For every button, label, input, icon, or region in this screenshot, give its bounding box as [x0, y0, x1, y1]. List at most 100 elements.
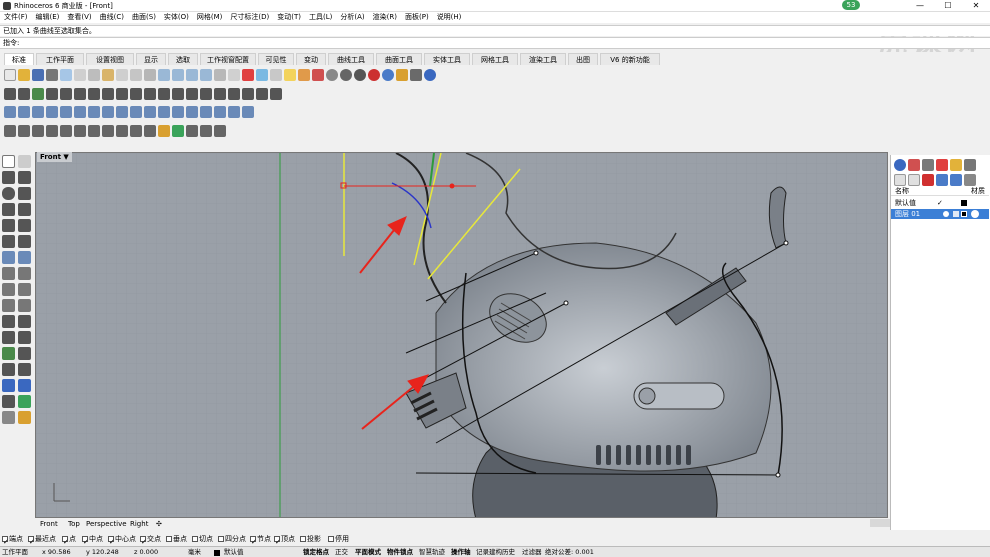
mirror-icon[interactable] [200, 125, 212, 137]
match-icon[interactable] [270, 88, 282, 100]
explode-tool-icon[interactable] [18, 331, 31, 344]
layer-color-swatch[interactable] [961, 200, 967, 206]
solid-tool-icon[interactable] [2, 267, 15, 280]
zoom-window-icon[interactable] [172, 69, 184, 81]
curve-icon[interactable] [18, 171, 31, 184]
lock-icon[interactable] [953, 211, 959, 217]
extrude-icon[interactable] [18, 106, 30, 118]
import-icon[interactable] [60, 69, 72, 81]
osnap-project[interactable]: 投影 [300, 534, 321, 545]
duplicate-edge-icon[interactable] [200, 88, 212, 100]
check-icon[interactable] [172, 125, 184, 137]
offset-icon[interactable] [18, 235, 31, 248]
arc-icon[interactable] [18, 187, 31, 200]
layer-filter-icon[interactable] [964, 174, 976, 186]
move-tool-icon[interactable] [2, 347, 15, 360]
dimension-icon[interactable] [158, 125, 170, 137]
tab-solid-tools[interactable]: 实体工具 [424, 53, 470, 65]
mesh-tool-icon[interactable] [18, 267, 31, 280]
text-icon[interactable] [18, 219, 31, 232]
lightbulb-icon[interactable] [943, 211, 949, 217]
render-icon[interactable] [368, 69, 380, 81]
tab-set-view[interactable]: 设置视图 [86, 53, 134, 65]
srf-tool-icon[interactable] [2, 251, 15, 264]
pan-icon[interactable] [116, 69, 128, 81]
osnap-near[interactable]: ✓最近点 [28, 534, 56, 546]
status-ortho[interactable]: 正交 [335, 547, 348, 557]
analyze-tool-icon[interactable] [2, 379, 15, 392]
tab-render-tools[interactable]: 渲染工具 [520, 53, 566, 65]
move-layer-up-icon[interactable] [936, 174, 948, 186]
revolve-icon[interactable] [74, 106, 86, 118]
transform-tool-icon[interactable] [18, 283, 31, 296]
undo-icon[interactable] [144, 69, 156, 81]
vp-tab-top[interactable]: Top [65, 518, 83, 530]
properties-icon[interactable] [312, 69, 324, 81]
tab-select[interactable]: 选取 [168, 53, 198, 65]
layer-row-01[interactable]: 图层 01 [891, 209, 989, 219]
osnap-center[interactable]: ✓中心点 [108, 534, 136, 546]
render-tab-icon[interactable] [922, 159, 934, 171]
status-osnap[interactable]: 物件锁点 [387, 547, 413, 557]
join-icon[interactable] [144, 88, 156, 100]
properties-tab-icon[interactable] [894, 159, 906, 171]
patch-icon[interactable] [102, 106, 114, 118]
sweep2-icon[interactable] [60, 106, 72, 118]
open-file-icon[interactable] [18, 69, 30, 81]
connect-icon[interactable] [74, 88, 86, 100]
points-on-icon[interactable] [242, 88, 254, 100]
light-icon[interactable] [284, 69, 296, 81]
menu-help[interactable]: 说明(H) [433, 12, 466, 23]
viewport-title[interactable]: Front ▼ [37, 152, 72, 162]
material-tab-icon[interactable] [936, 159, 948, 171]
minimize-button[interactable]: — [910, 0, 930, 12]
menu-transform[interactable]: 变动(T) [273, 12, 305, 23]
select-icon[interactable] [270, 69, 282, 81]
close-button[interactable]: ✕ [966, 0, 986, 12]
menu-surface[interactable]: 曲面(S) [128, 12, 160, 23]
fit-curve-icon[interactable] [214, 88, 226, 100]
extend-curve-icon[interactable] [60, 88, 72, 100]
group-icon[interactable] [18, 299, 31, 312]
loft-icon[interactable] [32, 106, 44, 118]
sweep1-icon[interactable] [46, 106, 58, 118]
explode-icon[interactable] [158, 88, 170, 100]
zoom-icon[interactable] [158, 69, 170, 81]
curvature-icon[interactable] [256, 88, 268, 100]
help-tab-icon[interactable] [964, 159, 976, 171]
menu-analyze[interactable]: 分析(A) [336, 12, 368, 23]
tab-cplanes[interactable]: 工作平面 [36, 53, 84, 65]
cone-icon[interactable] [46, 125, 58, 137]
menu-file[interactable]: 文件(F) [0, 12, 32, 23]
shaded-sphere-icon[interactable] [340, 69, 352, 81]
new-layer-icon[interactable] [894, 174, 906, 186]
offset-srf-icon[interactable] [144, 106, 156, 118]
polyline-icon[interactable] [2, 171, 15, 184]
paste-icon[interactable] [102, 69, 114, 81]
tab-transform[interactable]: 变动 [296, 53, 326, 65]
menu-view[interactable]: 查看(V) [63, 12, 95, 23]
maximize-button[interactable]: ☐ [938, 0, 958, 12]
osnap-knot[interactable]: ✓节点 [250, 534, 271, 546]
planar-icon[interactable] [116, 106, 128, 118]
material-icon[interactable] [382, 69, 394, 81]
rebuild-icon[interactable] [88, 88, 100, 100]
ellipse-icon[interactable] [2, 203, 15, 216]
help-icon[interactable] [424, 69, 436, 81]
layer-row-default[interactable]: 默认值 ✓ [891, 198, 989, 208]
scale-icon[interactable] [214, 125, 226, 137]
tab-standard[interactable]: 标准 [4, 53, 34, 65]
tab-surface-tools[interactable]: 曲面工具 [376, 53, 422, 65]
array-icon[interactable] [186, 125, 198, 137]
fillet-icon[interactable] [2, 235, 15, 248]
fillet-curve-icon[interactable] [4, 88, 16, 100]
new-file-icon[interactable] [4, 69, 16, 81]
texture-icon[interactable] [396, 69, 408, 81]
extrude-tool-icon[interactable] [18, 251, 31, 264]
torus-icon[interactable] [60, 125, 72, 137]
osnap-vertex[interactable]: ✓顶点 [274, 534, 295, 546]
move-icon[interactable] [256, 69, 268, 81]
gumball-handle[interactable] [449, 183, 455, 189]
simplify-icon[interactable] [102, 88, 114, 100]
scale-tool-icon[interactable] [18, 363, 31, 376]
